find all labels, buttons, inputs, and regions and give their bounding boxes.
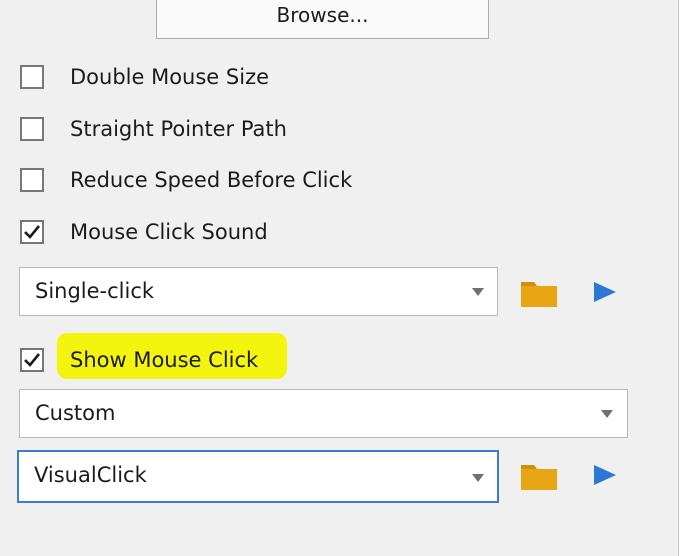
click-sound-select[interactable]: Single-click <box>19 267 498 316</box>
folder-icon[interactable] <box>520 461 558 491</box>
mouse-click-sound-label: Mouse Click Sound <box>70 220 268 244</box>
checkmark-icon <box>24 225 41 239</box>
chevron-down-icon <box>472 474 484 482</box>
show-mouse-click-label: Show Mouse Click <box>70 348 259 372</box>
reduce-speed-option[interactable]: Reduce Speed Before Click <box>20 165 352 195</box>
double-mouse-size-checkbox[interactable] <box>20 65 44 89</box>
straight-pointer-path-option[interactable]: Straight Pointer Path <box>20 114 287 144</box>
chevron-down-icon <box>601 410 613 418</box>
show-mouse-click-checkbox[interactable] <box>20 348 44 372</box>
chevron-down-icon <box>472 288 484 296</box>
visual-click-select-value: VisualClick <box>34 463 147 487</box>
panel-edge <box>678 0 686 556</box>
double-mouse-size-label: Double Mouse Size <box>70 65 270 89</box>
click-style-select[interactable]: Custom <box>19 389 628 438</box>
straight-pointer-path-checkbox[interactable] <box>20 117 44 141</box>
double-mouse-size-option[interactable]: Double Mouse Size <box>20 62 269 92</box>
straight-pointer-path-label: Straight Pointer Path <box>70 117 287 141</box>
reduce-speed-checkbox[interactable] <box>20 168 44 192</box>
mouse-click-sound-option[interactable]: Mouse Click Sound <box>20 217 268 247</box>
play-icon[interactable] <box>592 463 618 487</box>
show-mouse-click-option[interactable]: Show Mouse Click <box>20 345 258 375</box>
browse-button[interactable]: Browse... <box>156 0 489 39</box>
play-icon[interactable] <box>592 280 618 304</box>
folder-icon[interactable] <box>520 278 558 308</box>
visual-click-select[interactable]: VisualClick <box>17 450 499 503</box>
click-sound-select-value: Single-click <box>35 279 155 303</box>
click-style-select-value: Custom <box>35 401 116 425</box>
checkmark-icon <box>24 353 41 367</box>
mouse-click-sound-checkbox[interactable] <box>20 220 44 244</box>
browse-button-label: Browse... <box>276 3 369 27</box>
reduce-speed-label: Reduce Speed Before Click <box>70 168 353 192</box>
